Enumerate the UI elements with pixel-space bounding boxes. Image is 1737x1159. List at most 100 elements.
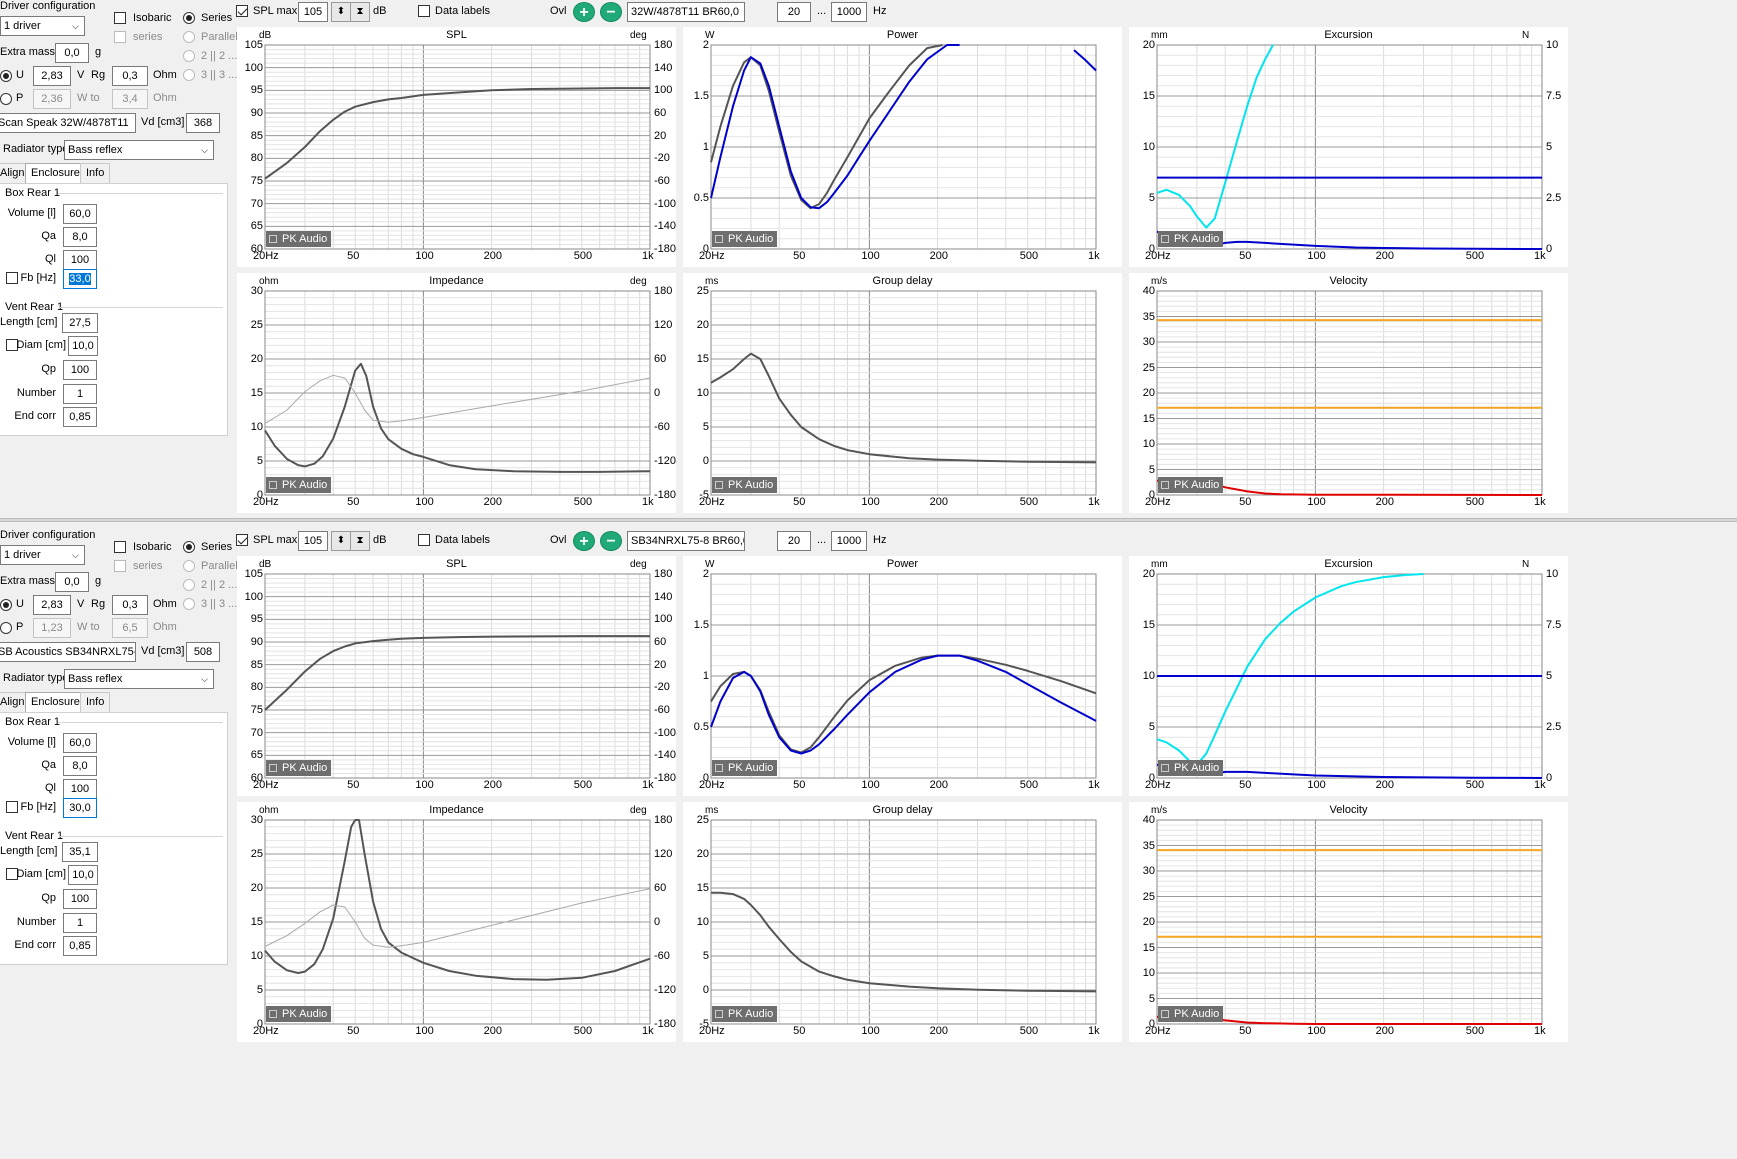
p-input[interactable]: 1,23: [33, 618, 71, 638]
model-name-field[interactable]: SB34NRXL75-8 BR60,0: [627, 531, 745, 551]
y-tick-label: 85: [250, 658, 263, 671]
u-input[interactable]: 2,83: [33, 595, 71, 615]
y-tick-label: 1.5: [693, 619, 709, 631]
range-icon[interactable]: ⧗: [350, 531, 370, 551]
series-checkbox[interactable]: [114, 31, 126, 43]
opt-221-radio[interactable]: [183, 579, 195, 591]
y-tick-label: 15: [1142, 619, 1155, 631]
spl-max-checkbox[interactable]: [236, 534, 248, 546]
series-checkbox[interactable]: [114, 560, 126, 572]
extra-mass-input[interactable]: 0,0: [55, 572, 89, 592]
number-input[interactable]: 1: [63, 913, 97, 933]
u-radio[interactable]: [0, 70, 12, 82]
x-tick-label: 100: [1307, 496, 1326, 508]
endcorr-input[interactable]: 0,85: [63, 936, 97, 956]
isobaric-checkbox[interactable]: [114, 541, 126, 553]
model-name-field[interactable]: 32W/4878T11 BR60,0: [627, 2, 745, 22]
plus-icon[interactable]: +: [573, 2, 595, 22]
y2-tick-label: 120: [654, 319, 673, 331]
qa-input[interactable]: 8,0: [63, 756, 97, 776]
driver-name-field[interactable]: Scan Speak 32W/4878T11: [0, 113, 136, 133]
u-radio[interactable]: [0, 599, 12, 611]
wto-input[interactable]: 3,4: [112, 89, 148, 109]
minus-icon[interactable]: −: [600, 2, 622, 22]
diam-input[interactable]: 10,0: [68, 336, 98, 356]
u-input[interactable]: 2,83: [33, 66, 71, 86]
p-input[interactable]: 2,36: [33, 89, 71, 109]
series-radio[interactable]: [183, 541, 195, 553]
tab-info[interactable]: Info: [80, 163, 111, 183]
radiator-type-select[interactable]: Bass reflex ⌵: [64, 669, 214, 689]
qp-input[interactable]: 100: [63, 360, 97, 380]
opt-221-radio[interactable]: [183, 50, 195, 62]
opt-331-radio[interactable]: [183, 69, 195, 81]
diam-input[interactable]: 10,0: [68, 865, 98, 885]
tab-enclosure[interactable]: Enclosure: [25, 692, 86, 714]
fb-input[interactable]: 30,0: [63, 798, 97, 818]
spl-max-input[interactable]: 105: [298, 531, 328, 551]
vd-input[interactable]: 508: [186, 642, 220, 662]
tab-enclosure[interactable]: Enclosure: [25, 163, 86, 185]
number-input[interactable]: 1: [63, 384, 97, 404]
fb-input[interactable]: 33,0: [63, 269, 97, 289]
section-divider[interactable]: [0, 518, 1737, 522]
series-radio[interactable]: [183, 12, 195, 24]
unit-right-label: deg: [630, 559, 647, 570]
rg-input[interactable]: 0,3: [112, 66, 148, 86]
qa-label: Qa: [41, 230, 56, 242]
ql-input[interactable]: 100: [63, 250, 97, 270]
minus-icon[interactable]: −: [600, 531, 622, 551]
y-tick-label: 25: [1142, 361, 1155, 374]
parallel-radio[interactable]: [183, 31, 195, 43]
vd-input[interactable]: 368: [186, 113, 220, 133]
qp-input-value: 100: [70, 364, 90, 376]
spinner-icon[interactable]: ⬍: [331, 2, 351, 22]
freq-from-input[interactable]: 20: [777, 531, 811, 551]
driver-name-field[interactable]: SB Acoustics SB34NRXL75-8: [0, 642, 136, 662]
length-input[interactable]: 35,1: [62, 842, 98, 862]
spl-max-checkbox[interactable]: [236, 5, 248, 17]
series-label: Series: [201, 12, 233, 24]
driver-count-select[interactable]: 1 driver ⌵: [0, 16, 85, 36]
pk-logo-icon: [715, 235, 723, 243]
isobaric-checkbox[interactable]: [114, 12, 126, 24]
y-tick-label: 0: [702, 984, 709, 996]
ql-input[interactable]: 100: [63, 779, 97, 799]
qa-input[interactable]: 8,0: [63, 227, 97, 247]
freq-from-input[interactable]: 20: [777, 2, 811, 22]
x-tick-label: 200: [929, 1025, 948, 1037]
chart-title: Velocity: [1329, 275, 1368, 287]
length-input[interactable]: 27,5: [62, 313, 98, 333]
spl-max-input[interactable]: 105: [298, 2, 328, 22]
rg-label: Rg: [91, 598, 106, 610]
p-radio[interactable]: [0, 622, 12, 634]
volume-input[interactable]: 60,0: [63, 733, 97, 753]
range-icon[interactable]: ⧗: [350, 2, 370, 22]
plus-icon[interactable]: +: [573, 531, 595, 551]
number-input-value: 1: [76, 917, 84, 929]
extra-mass-input[interactable]: 0,0: [55, 43, 89, 63]
data-labels-checkbox[interactable]: [418, 534, 430, 546]
p-radio[interactable]: [0, 93, 12, 105]
y-tick-label: 70: [250, 197, 263, 210]
x-tick-label: 50: [347, 250, 360, 262]
wto-unit: Ohm: [153, 621, 177, 633]
parallel-radio[interactable]: [183, 560, 195, 572]
volume-input[interactable]: 60,0: [63, 204, 97, 224]
freq-to-input[interactable]: 1000: [831, 2, 867, 22]
freq-to-input[interactable]: 1000: [831, 531, 867, 551]
data-labels-checkbox[interactable]: [418, 5, 430, 17]
spinner-icon[interactable]: ⬍: [331, 531, 351, 551]
diam-input-value: 10,0: [72, 869, 94, 881]
qp-input[interactable]: 100: [63, 889, 97, 909]
driver-count-select[interactable]: 1 driver ⌵: [0, 545, 85, 565]
wto-input[interactable]: 6,5: [112, 618, 148, 638]
radiator-type-select[interactable]: Bass reflex ⌵: [64, 140, 214, 160]
tab-info[interactable]: Info: [80, 692, 111, 712]
opt-331-radio[interactable]: [183, 598, 195, 610]
plot-area: [264, 573, 651, 779]
endcorr-input[interactable]: 0,85: [63, 407, 97, 427]
data-labels-label: Data labels: [435, 5, 491, 17]
chart-title: Group delay: [872, 804, 933, 816]
rg-input[interactable]: 0,3: [112, 595, 148, 615]
